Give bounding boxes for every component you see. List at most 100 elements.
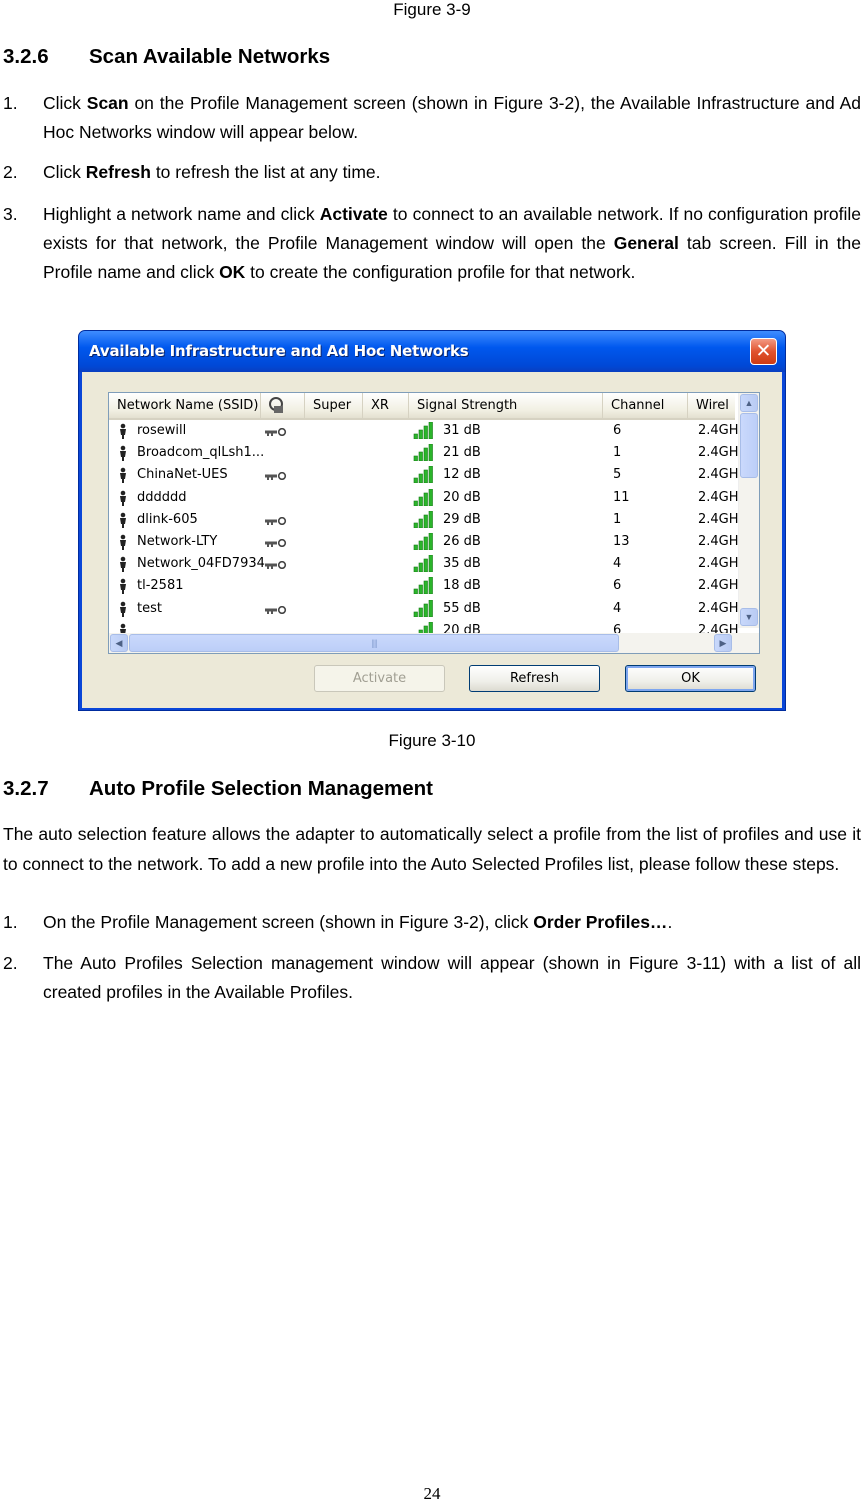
signal-bars-icon [413, 555, 433, 573]
signal-bars-icon [413, 532, 433, 550]
channel-label: 6 [613, 423, 622, 438]
infrastructure-icon [120, 556, 126, 573]
scroll-down-icon[interactable]: ▼ [740, 608, 758, 626]
lock-person-icon [269, 397, 283, 413]
ssid-label: tl-2581 [137, 578, 184, 594]
wireless-label: 2.4GH [698, 445, 739, 461]
ssid-label: Network-LTY [137, 533, 218, 549]
signal-label: 20 dB [443, 489, 481, 505]
dialog-client: Network Name (SSID) Super XR Signal Stre… [82, 372, 782, 708]
key-icon [265, 428, 287, 436]
ok-button[interactable]: OK [625, 665, 756, 692]
col-xr[interactable]: XR [363, 393, 409, 418]
page-number: 24 [423, 1484, 441, 1503]
network-row[interactable]: Network_04FD7934 35 dB 4 2.4GH [109, 553, 739, 575]
networks-dialog: Available Infrastructure and Ad Hoc Netw… [78, 330, 786, 711]
key-icon [265, 516, 287, 525]
step-number: 2. [3, 953, 18, 973]
wireless-label: 2.4GH [698, 578, 739, 594]
section-number: 3.2.6 [3, 45, 49, 68]
refresh-button[interactable]: Refresh [469, 665, 600, 692]
step-bold: Scan [86, 93, 129, 113]
col-channel[interactable]: Channel [603, 393, 688, 418]
signal-label: 35 dB [443, 556, 481, 572]
signal-label: 26 dB [443, 533, 481, 549]
infrastructure-icon [120, 490, 126, 506]
figure-caption-top: Figure 3-9 [393, 0, 471, 19]
network-row[interactable]: tl-2581 18 dB 6 2.4GH [109, 575, 739, 597]
network-row[interactable]: test 55 dB 4 2.4GH [109, 598, 739, 620]
step-bold: Activate [319, 204, 388, 224]
infrastructure-icon [120, 512, 126, 528]
network-row[interactable]: rosewill 31 dB 6 2.4GH [109, 420, 739, 442]
scroll-left-icon[interactable]: ◀ [110, 634, 128, 652]
channel-label: 5 [613, 467, 622, 483]
signal-label: 31 dB [443, 423, 481, 438]
signal-bars-icon [413, 599, 433, 617]
channel-label: 11 [613, 489, 630, 505]
wireless-label: 2.4GH [698, 600, 739, 616]
ssid-label: rosewill [137, 423, 187, 438]
step-text: on the Profile Management screen (shown … [43, 93, 861, 142]
ssid-label: dddddd [137, 489, 187, 505]
section-heading-auto: 3.2.7 Auto Profile Selection Management [3, 777, 433, 801]
step-scan-2: 2. Click Refresh to refresh the list at … [3, 158, 861, 187]
signal-bars-icon [413, 422, 433, 439]
signal-label: 12 dB [443, 467, 481, 483]
signal-bars-icon [413, 577, 433, 595]
horizontal-scrollbar[interactable]: ◀ |||| ▶ [109, 633, 759, 653]
step-number: 1. [3, 93, 18, 113]
activate-button[interactable]: Activate [314, 665, 445, 692]
ssid-label: Network_04FD7934 [137, 556, 265, 572]
signal-label: 29 dB [443, 511, 481, 527]
section-intro: The auto selection feature allows the ad… [3, 824, 861, 874]
step-bold: Order Profiles… [533, 912, 668, 932]
col-super[interactable]: Super [305, 393, 363, 418]
step-auto-1: 1. On the Profile Management screen (sho… [3, 908, 861, 937]
horizontal-scroll-thumb[interactable]: |||| [129, 634, 619, 652]
signal-label: 55 dB [443, 600, 481, 616]
ssid-label: dlink-605 [137, 511, 198, 527]
signal-bars-icon [413, 488, 433, 506]
network-row[interactable]: dlink-605 29 dB 1 2.4GH [109, 509, 739, 531]
key-icon [265, 472, 287, 481]
col-security[interactable] [261, 393, 305, 418]
network-row[interactable]: ChinaNet-UES 12 dB 5 2.4GH [109, 464, 739, 486]
figure-caption-dialog: Figure 3-10 [388, 731, 476, 750]
network-rows: rosewill 31 dB 6 2.4GH Broadcom_qlLsh1... 21 … [109, 420, 739, 642]
col-signal[interactable]: Signal Strength [409, 393, 603, 418]
step-text: . [667, 912, 673, 932]
network-row[interactable]: Broadcom_qlLsh1... 21 dB 1 2.4GH [109, 442, 739, 464]
signal-bars-icon [413, 510, 433, 528]
wireless-label: 2.4GH [698, 556, 739, 572]
ssid-label: Broadcom_qlLsh1... [137, 445, 265, 461]
wireless-label: 2.4GH [698, 533, 739, 549]
channel-label: 1 [613, 445, 622, 461]
close-icon[interactable]: ✕ [750, 338, 777, 365]
step-auto-2: 2. The Auto Profiles Selection managemen… [3, 949, 861, 1007]
vertical-scrollbar[interactable]: ▲ ▼ [738, 393, 759, 628]
step-text: On the Profile Management screen (shown … [43, 912, 534, 932]
col-wireless[interactable]: Wirel [688, 393, 735, 418]
step-text: Click [43, 162, 86, 182]
key-icon [265, 538, 287, 547]
channel-label: 13 [613, 533, 630, 549]
dialog-titlebar[interactable]: Available Infrastructure and Ad Hoc Netw… [79, 331, 785, 372]
step-number: 2. [3, 162, 18, 182]
vertical-scroll-thumb[interactable] [740, 413, 758, 478]
network-row[interactable]: dddddd 20 dB 11 2.4GH [109, 487, 739, 509]
key-icon [265, 605, 287, 614]
scroll-up-icon[interactable]: ▲ [740, 394, 758, 412]
ssid-label: test [137, 600, 162, 616]
section-title: Scan Available Networks [89, 45, 331, 68]
step-text: to create the configuration profile for … [245, 262, 636, 282]
section-heading-scan: 3.2.6 Scan Available Networks [3, 45, 330, 69]
network-list[interactable]: Network Name (SSID) Super XR Signal Stre… [108, 392, 760, 654]
col-ssid[interactable]: Network Name (SSID) [109, 393, 261, 418]
step-text: to refresh the list at any time. [150, 162, 381, 182]
section-title: Auto Profile Selection Management [89, 777, 433, 800]
wireless-label: 2.4GH [698, 511, 739, 527]
scroll-right-icon[interactable]: ▶ [714, 634, 732, 652]
network-row[interactable]: Network-LTY 26 dB 13 2.4GH [109, 531, 739, 553]
step-bold: Refresh [85, 162, 151, 182]
